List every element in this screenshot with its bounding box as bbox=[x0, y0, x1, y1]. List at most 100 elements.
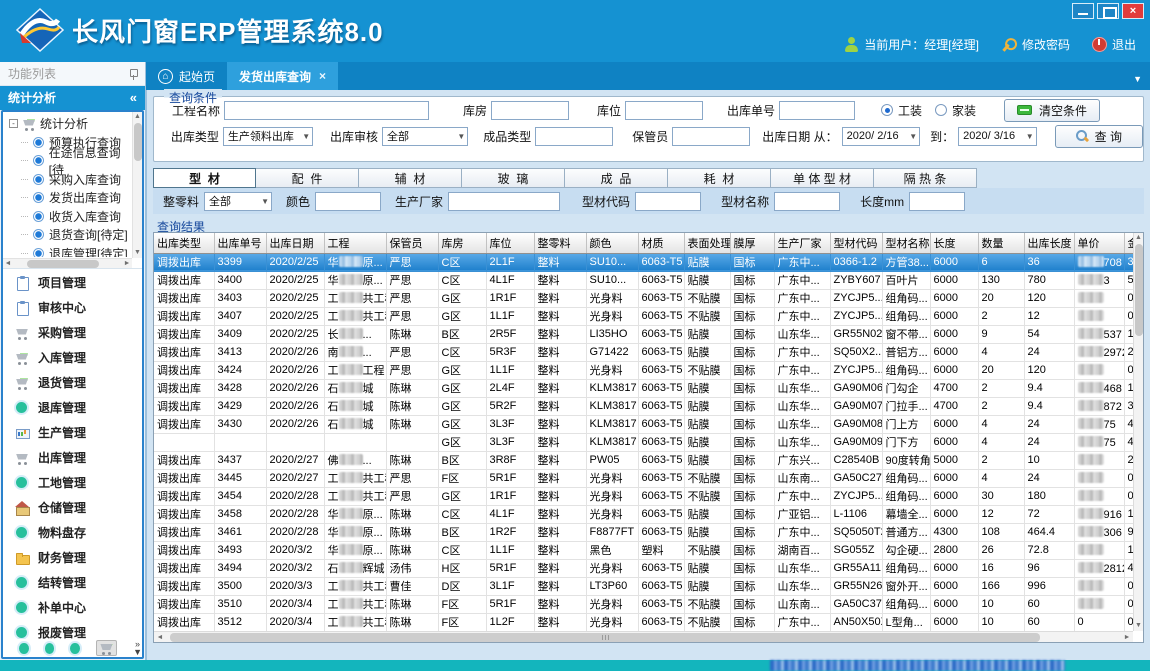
column-header[interactable]: 型材名称 bbox=[882, 233, 930, 253]
table-row[interactable]: 调拨出库34542020/2/28工共工程严思G区1R1F整料光身料6063-T… bbox=[154, 487, 1133, 505]
column-header[interactable]: 颜色 bbox=[586, 233, 638, 253]
module-dot-icon[interactable] bbox=[70, 643, 80, 654]
column-header[interactable]: 整零料 bbox=[534, 233, 586, 253]
tab-home[interactable]: ⌂ 起始页 bbox=[146, 62, 227, 90]
scroll-up-icon[interactable]: ▲ bbox=[1134, 233, 1143, 243]
date-from-select[interactable]: 2020/ 2/16▼ bbox=[842, 127, 920, 146]
table-row[interactable]: 调拨出库34282020/2/26石城陈琳G区2L4F整料KLM38176063… bbox=[154, 379, 1133, 397]
table-row[interactable]: 调拨出库35122020/3/4工共工程陈琳F区1L2F整料光身料6063-T5… bbox=[154, 613, 1133, 631]
table-row[interactable]: 调拨出库34302020/2/26石城陈琳G区3L3F整料KLM38176063… bbox=[154, 415, 1133, 433]
table-row[interactable]: 调拨出库34292020/2/26石城陈琳G区5R2F整料KLM38176063… bbox=[154, 397, 1133, 415]
module-cart-button[interactable] bbox=[96, 640, 117, 656]
sidebar-item[interactable]: 补单中心 bbox=[3, 595, 142, 620]
column-header[interactable]: 保管员 bbox=[386, 233, 438, 253]
table-row[interactable]: 调拨出库34092020/2/25长...陈琳B区2R5F整料LI35HO606… bbox=[154, 325, 1133, 343]
table-row[interactable]: 调拨出库35002020/3/3工共工程曹佳D区3L1F整料LT3P606063… bbox=[154, 577, 1133, 595]
table-horizontal-scrollbar[interactable]: ◄ ► bbox=[154, 631, 1133, 642]
keeper-input[interactable] bbox=[672, 127, 750, 146]
column-header[interactable]: 金 bbox=[1124, 233, 1133, 253]
sidebar-item[interactable]: 入库管理 bbox=[3, 345, 142, 370]
scroll-up-icon[interactable]: ▲ bbox=[133, 112, 142, 122]
table-row[interactable]: 调拨出库34942020/3/2石辉城汤伟H区5R1F整料光身料6063-T5贴… bbox=[154, 559, 1133, 577]
column-header[interactable]: 材质 bbox=[638, 233, 684, 253]
material-subtab[interactable]: 耗 材 bbox=[668, 168, 771, 188]
audit-select[interactable]: 全部▼ bbox=[382, 127, 468, 146]
close-button[interactable]: × bbox=[1122, 3, 1144, 19]
scroll-down-icon[interactable]: ▼ bbox=[133, 248, 142, 258]
sidebar-item[interactable]: 仓储管理 bbox=[3, 495, 142, 520]
table-row[interactable]: 调拨出库34242020/2/26工工程严思G区1L1F整料光身料6063-T5… bbox=[154, 361, 1133, 379]
column-header[interactable]: 生产厂家 bbox=[774, 233, 830, 253]
sidebar-item[interactable]: 退库管理 bbox=[3, 395, 142, 420]
table-row[interactable]: 调拨出库34452020/2/27工共工程严思F区5R1F整料光身料6063-T… bbox=[154, 469, 1133, 487]
search-button[interactable]: 查 询 bbox=[1055, 125, 1143, 148]
whole-part-select[interactable]: 全部▼ bbox=[204, 192, 272, 211]
scroll-left-icon[interactable]: ◄ bbox=[3, 259, 13, 269]
tree-expander-icon[interactable]: - bbox=[9, 119, 18, 128]
tree-item[interactable]: 退货查询[待定] bbox=[5, 226, 131, 245]
sidebar-item[interactable]: 采购管理 bbox=[3, 320, 142, 345]
radio-gongzhuang[interactable] bbox=[881, 104, 893, 116]
sidebar-item[interactable]: 工地管理 bbox=[3, 470, 142, 495]
module-dot-icon[interactable] bbox=[19, 643, 29, 654]
column-header[interactable]: 数量 bbox=[978, 233, 1024, 253]
tree-root-statistics[interactable]: - 统计分析 bbox=[5, 114, 131, 133]
tree-item[interactable]: 采购入库查询 bbox=[5, 170, 131, 189]
collapse-icon[interactable]: « bbox=[130, 86, 137, 110]
sidebar-item[interactable]: 结转管理 bbox=[3, 570, 142, 595]
date-to-select[interactable]: 2020/ 3/16▼ bbox=[958, 127, 1036, 146]
out-type-select[interactable]: 生产领料出库▼ bbox=[223, 127, 313, 146]
profile-name-input[interactable] bbox=[774, 192, 840, 211]
material-subtab[interactable]: 配 件 bbox=[256, 168, 359, 188]
table-row[interactable]: 调拨出库34002020/2/25华原...严思C区4L1F整料SU10...6… bbox=[154, 271, 1133, 289]
sidebar-item[interactable]: 物料盘存 bbox=[3, 520, 142, 545]
scrollbar-thumb[interactable] bbox=[134, 123, 142, 161]
tab-overflow-caret-icon[interactable]: ▼ bbox=[1133, 74, 1142, 84]
pin-icon[interactable] bbox=[129, 69, 137, 80]
tab-close-icon[interactable]: × bbox=[319, 69, 326, 83]
project-name-input[interactable] bbox=[224, 101, 429, 120]
column-header[interactable]: 工程 bbox=[324, 233, 386, 253]
table-row[interactable]: 调拨出库35102020/3/4工共工程陈琳F区5R1F整料光身料6063-T5… bbox=[154, 595, 1133, 613]
column-header[interactable]: 库房 bbox=[438, 233, 486, 253]
profile-code-input[interactable] bbox=[635, 192, 701, 211]
material-subtab[interactable]: 成 品 bbox=[565, 168, 668, 188]
table-row[interactable]: 调拨出库34932020/3/2华原...陈琳C区1L1F整料黑色塑料不贴膜国标… bbox=[154, 541, 1133, 559]
material-subtab[interactable]: 型 材 bbox=[153, 168, 256, 188]
scrollbar-thumb[interactable] bbox=[27, 260, 99, 268]
sidebar-item[interactable]: 退货管理 bbox=[3, 370, 142, 395]
table-row[interactable]: 调拨出库34582020/2/28华原...陈琳C区4L1F整料光身料6063-… bbox=[154, 505, 1133, 523]
column-header[interactable]: 长度 bbox=[930, 233, 978, 253]
radio-jiazhuang[interactable] bbox=[935, 104, 947, 116]
scroll-left-icon[interactable]: ◄ bbox=[154, 632, 166, 643]
material-subtab[interactable]: 玻 璃 bbox=[462, 168, 565, 188]
scroll-right-icon[interactable]: ► bbox=[1121, 632, 1133, 643]
material-subtab[interactable]: 辅 材 bbox=[359, 168, 462, 188]
material-subtab[interactable]: 隔 热 条 bbox=[874, 168, 977, 188]
tree-item[interactable]: 退库管理[待定] bbox=[5, 244, 131, 257]
table-row[interactable]: 调拨出库34072020/2/25工共工程严思G区1L1F整料光身料6063-T… bbox=[154, 307, 1133, 325]
column-header[interactable]: 膜厚 bbox=[730, 233, 774, 253]
change-password-button[interactable]: 修改密码 bbox=[1001, 36, 1070, 53]
clear-conditions-button[interactable]: 清空条件 bbox=[1004, 99, 1100, 122]
sidebar-item[interactable]: 项目管理 bbox=[3, 270, 142, 295]
table-row[interactable]: 调拨出库34032020/2/25工共工程严思G区1R1F整料光身料6063-T… bbox=[154, 289, 1133, 307]
sidebar-item[interactable]: 出库管理 bbox=[3, 445, 142, 470]
tree-horizontal-scrollbar[interactable]: ◄ ► bbox=[3, 258, 132, 268]
scrollbar-thumb[interactable] bbox=[170, 633, 1040, 642]
material-subtab[interactable]: 单 体 型 材 bbox=[771, 168, 874, 188]
scroll-down-icon[interactable]: ▼ bbox=[1134, 621, 1143, 631]
color-input[interactable] bbox=[315, 192, 381, 211]
column-header[interactable]: 单价 bbox=[1074, 233, 1124, 253]
scroll-right-icon[interactable]: ► bbox=[122, 259, 132, 269]
factory-input[interactable] bbox=[448, 192, 560, 211]
statistics-section-bar[interactable]: 统计分析 « bbox=[0, 86, 145, 110]
location-input[interactable] bbox=[625, 101, 703, 120]
scrollbar-thumb[interactable] bbox=[1135, 244, 1143, 336]
column-header[interactable]: 库位 bbox=[486, 233, 534, 253]
maximize-button[interactable] bbox=[1097, 3, 1119, 19]
table-row[interactable]: 调拨出库34612020/2/28华原...陈琳B区1R2F整料F8877FT6… bbox=[154, 523, 1133, 541]
column-header[interactable]: 出库类型 bbox=[154, 233, 214, 253]
warehouse-input[interactable] bbox=[491, 101, 569, 120]
length-input[interactable] bbox=[909, 192, 965, 211]
